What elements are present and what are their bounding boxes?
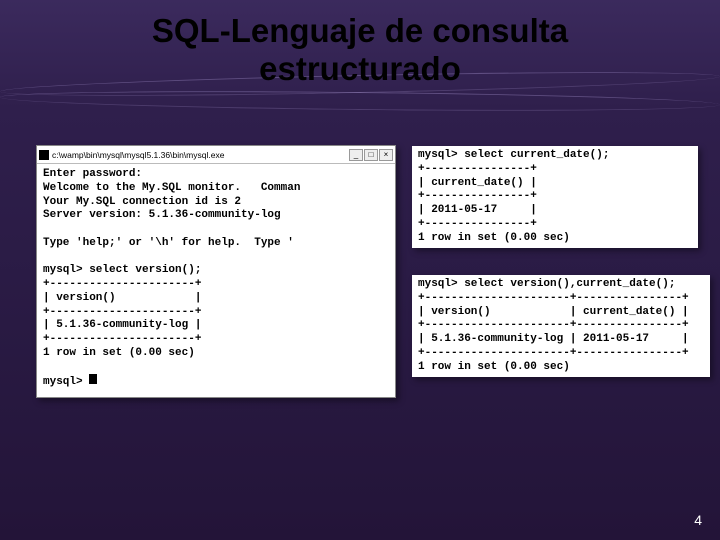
app-icon [39,150,49,160]
title-line-1: SQL-Lenguaje de consulta [152,12,568,49]
title-line-2: estructurado [259,50,461,87]
snippet-version-and-date: mysql> select version(),current_date(); … [412,275,710,377]
slide-title: SQL-Lenguaje de consulta estructurado [0,12,720,88]
snippet-a-text: mysql> select current_date(); +---------… [418,149,692,245]
minimize-button[interactable]: _ [349,149,363,161]
cursor [89,374,97,384]
titlebar-buttons: _ □ × [349,149,393,161]
titlebar-left: c:\wamp\bin\mysql\mysql5.1.36\bin\mysql.… [39,150,224,160]
window-path: c:\wamp\bin\mysql\mysql5.1.36\bin\mysql.… [52,150,224,160]
snippet-current-date: mysql> select current_date(); +---------… [412,146,698,248]
terminal-window: c:\wamp\bin\mysql\mysql5.1.36\bin\mysql.… [36,145,396,398]
snippet-b-text: mysql> select version(),current_date(); … [418,278,704,374]
maximize-button[interactable]: □ [364,149,378,161]
titlebar: c:\wamp\bin\mysql\mysql5.1.36\bin\mysql.… [37,146,395,164]
terminal-text: Enter password: Welcome to the My.SQL mo… [43,168,389,390]
close-button[interactable]: × [379,149,393,161]
terminal-body: Enter password: Welcome to the My.SQL mo… [37,164,395,397]
page-number: 4 [694,512,702,528]
